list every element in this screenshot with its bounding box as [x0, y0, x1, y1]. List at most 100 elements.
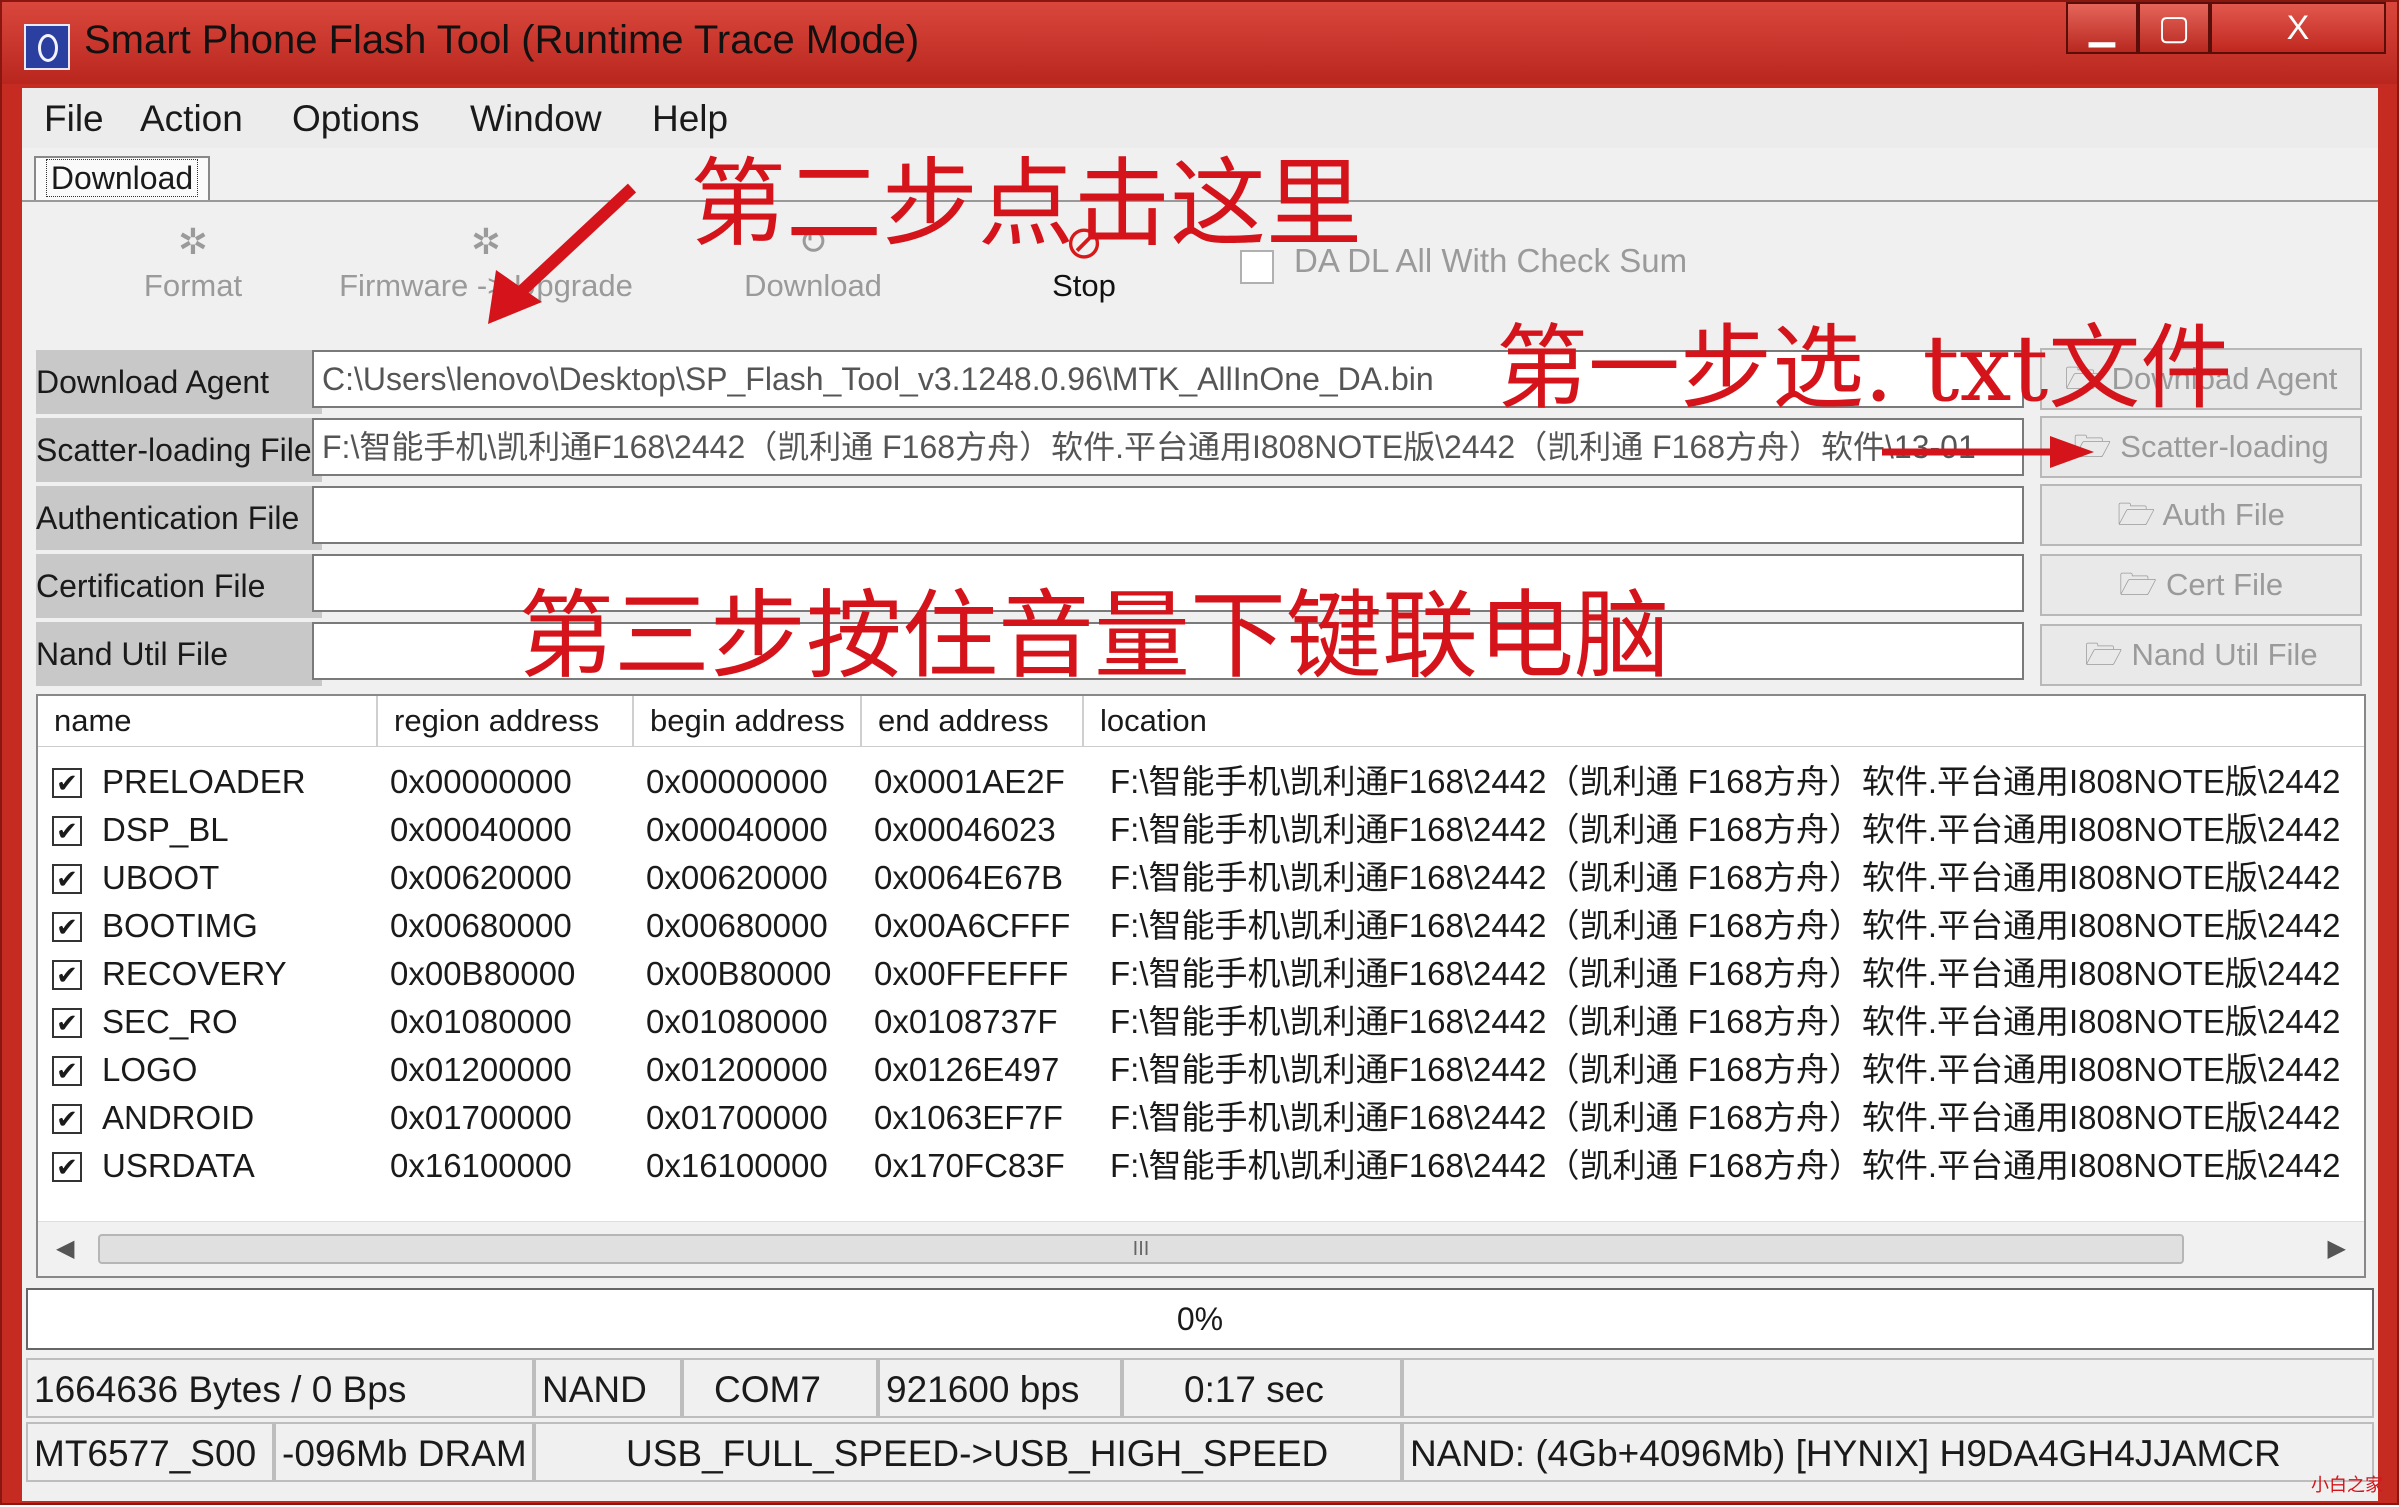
cell-begin: 0x00B80000	[646, 955, 832, 992]
nand-util-button[interactable]: 🗁 Nand Util File	[2040, 624, 2362, 686]
scroll-thumb[interactable]: III	[98, 1234, 2184, 1264]
cell-name: RECOVERY	[102, 955, 287, 992]
annotation-step3: 第三步按住音量下键联电脑	[518, 580, 1670, 692]
cell-region: 0x16100000	[390, 1147, 572, 1184]
cell-name: SEC_RO	[102, 1003, 238, 1040]
row-checkbox[interactable]: ✔	[52, 1008, 82, 1038]
row-checkbox[interactable]: ✔	[52, 768, 82, 798]
column-begin-address[interactable]: begin address	[634, 696, 862, 746]
menu-file[interactable]: File	[44, 98, 104, 140]
cell-end: 0x0108737F	[874, 1003, 1058, 1040]
cell-region: 0x00680000	[390, 907, 572, 944]
cert-file-button-label: Cert File	[2165, 567, 2284, 602]
row-checkbox[interactable]: ✔	[52, 912, 82, 942]
cert-file-button[interactable]: 🗁 Cert File	[2040, 554, 2362, 616]
cert-file-label: Certification File	[36, 554, 322, 618]
cell-begin: 0x01700000	[646, 1099, 828, 1136]
cell-region: 0x00B80000	[390, 955, 576, 992]
title-bar[interactable]: Smart Phone Flash Tool (Runtime Trace Mo…	[2, 2, 2397, 84]
status-nand: NAND: (4Gb+4096Mb) [HYNIX] H9DA4GH4JJAMC…	[1402, 1422, 2374, 1482]
menu-window[interactable]: Window	[470, 98, 602, 140]
cell-location: F:\智能手机\凯利通F168\2442（凯利通 F168方舟）软件.平台通用I…	[1110, 859, 2360, 896]
stop-label: Stop	[1052, 268, 1116, 303]
window-title: Smart Phone Flash Tool (Runtime Trace Mo…	[84, 18, 920, 62]
row-checkbox[interactable]: ✔	[52, 816, 82, 846]
tab-download[interactable]: Download	[34, 156, 210, 200]
firmware-upgrade-icon: ✲	[470, 221, 502, 262]
menu-action[interactable]: Action	[140, 98, 243, 140]
annotation-step1: 第一步选. txt文件	[1496, 315, 2233, 422]
format-icon: ✲	[177, 221, 209, 262]
annotation-step2: 第二步点击这里	[690, 148, 1362, 260]
cell-end: 0x1063EF7F	[874, 1099, 1063, 1136]
row-checkbox[interactable]: ✔	[52, 1104, 82, 1134]
cell-location: F:\智能手机\凯利通F168\2442（凯利通 F168方舟）软件.平台通用I…	[1110, 955, 2360, 992]
cell-begin: 0x01080000	[646, 1003, 828, 1040]
format-label: Format	[143, 268, 243, 303]
horizontal-scrollbar[interactable]: ◀ III ▶	[38, 1221, 2364, 1276]
table-row[interactable]: ✔ ANDROID 0x01700000 0x01700000 0x1063EF7F F:…	[38, 1094, 2364, 1142]
close-button[interactable]: X	[2210, 2, 2386, 54]
table-row[interactable]: ✔ DSP_BL 0x00040000 0x00040000 0x00046023 F:\…	[38, 806, 2364, 854]
status-storage: NAND	[534, 1358, 682, 1418]
cell-begin: 0x01200000	[646, 1051, 828, 1088]
cell-end: 0x170FC83F	[874, 1147, 1065, 1184]
column-name[interactable]: name	[38, 696, 378, 746]
cell-end: 0x0064E67B	[874, 859, 1063, 896]
minimize-button[interactable]: ▁	[2066, 2, 2138, 54]
table-row[interactable]: ✔ SEC_RO 0x01080000 0x01080000 0x0108737F F:\…	[38, 998, 2364, 1046]
progress-bar: 0%	[26, 1288, 2374, 1350]
cell-location: F:\智能手机\凯利通F168\2442（凯利通 F168方舟）软件.平台通用I…	[1110, 1003, 2360, 1040]
cell-begin: 0x00680000	[646, 907, 828, 944]
table-row[interactable]: ✔ RECOVERY 0x00B80000 0x00B80000 0x00FFEFFF F…	[38, 950, 2364, 998]
row-checkbox[interactable]: ✔	[52, 1056, 82, 1086]
cell-name: BOOTIMG	[102, 907, 258, 944]
cell-region: 0x00620000	[390, 859, 572, 896]
column-location[interactable]: location	[1084, 696, 2364, 746]
cell-region: 0x01200000	[390, 1051, 572, 1088]
cell-location: F:\智能手机\凯利通F168\2442（凯利通 F168方舟）软件.平台通用I…	[1110, 763, 2360, 800]
table-row[interactable]: ✔ LOGO 0x01200000 0x01200000 0x0126E497 F:\智能…	[38, 1046, 2364, 1094]
cell-name: PRELOADER	[102, 763, 306, 800]
scroll-left-icon[interactable]: ◀	[56, 1234, 74, 1263]
status-port: COM7	[682, 1358, 878, 1418]
cell-location: F:\智能手机\凯利通F168\2442（凯利通 F168方舟）软件.平台通用I…	[1110, 1051, 2360, 1088]
tab-download-label: Download	[45, 159, 199, 197]
status-usb: USB_FULL_SPEED->USB_HIGH_SPEED	[534, 1422, 1402, 1482]
auth-file-field[interactable]	[312, 486, 2024, 544]
status-baud: 921600 bps	[878, 1358, 1122, 1418]
nand-util-button-label: Nand Util File	[2131, 637, 2318, 672]
scatter-file-label: Scatter-loading File	[36, 418, 322, 482]
table-header: name region address begin address end ad…	[38, 696, 2364, 747]
row-checkbox[interactable]: ✔	[52, 864, 82, 894]
cell-begin: 0x16100000	[646, 1147, 828, 1184]
row-checkbox[interactable]: ✔	[52, 960, 82, 990]
cell-name: LOGO	[102, 1051, 198, 1088]
auth-file-button[interactable]: 🗁 Auth File	[2040, 484, 2362, 546]
cell-region: 0x00040000	[390, 811, 572, 848]
nand-util-label: Nand Util File	[36, 622, 322, 686]
table-row[interactable]: ✔ PRELOADER 0x00000000 0x00000000 0x0001AE2F…	[38, 758, 2364, 806]
cell-name: DSP_BL	[102, 811, 229, 848]
cell-name: ANDROID	[102, 1099, 255, 1136]
firmware-upgrade-button[interactable]: ✲ Firmware -> Upgrade	[336, 212, 636, 322]
scatter-loading-button-label: Scatter-loading	[2120, 429, 2329, 464]
scroll-right-icon[interactable]: ▶	[2328, 1234, 2346, 1263]
table-row[interactable]: ✔ USRDATA 0x16100000 0x16100000 0x170FC83F F:…	[38, 1142, 2364, 1190]
cell-region: 0x01700000	[390, 1099, 572, 1136]
cell-location: F:\智能手机\凯利通F168\2442（凯利通 F168方舟）软件.平台通用I…	[1110, 907, 2360, 944]
auth-file-label: Authentication File	[36, 486, 322, 550]
cell-begin: 0x00620000	[646, 859, 828, 896]
table-row[interactable]: ✔ BOOTIMG 0x00680000 0x00680000 0x00A6CFFF F:…	[38, 902, 2364, 950]
column-region-address[interactable]: region address	[378, 696, 634, 746]
menu-options[interactable]: Options	[292, 98, 420, 140]
maximize-button[interactable]: ▢	[2138, 2, 2210, 54]
partition-table: name region address begin address end ad…	[36, 694, 2366, 1278]
status-empty	[1402, 1358, 2374, 1418]
format-button[interactable]: ✲ Format	[128, 212, 258, 322]
table-row[interactable]: ✔ UBOOT 0x00620000 0x00620000 0x0064E67B F:\智…	[38, 854, 2364, 902]
cell-end: 0x0126E497	[874, 1051, 1060, 1088]
column-end-address[interactable]: end address	[862, 696, 1084, 746]
row-checkbox[interactable]: ✔	[52, 1152, 82, 1182]
cell-end: 0x00FFEFFF	[874, 955, 1069, 992]
